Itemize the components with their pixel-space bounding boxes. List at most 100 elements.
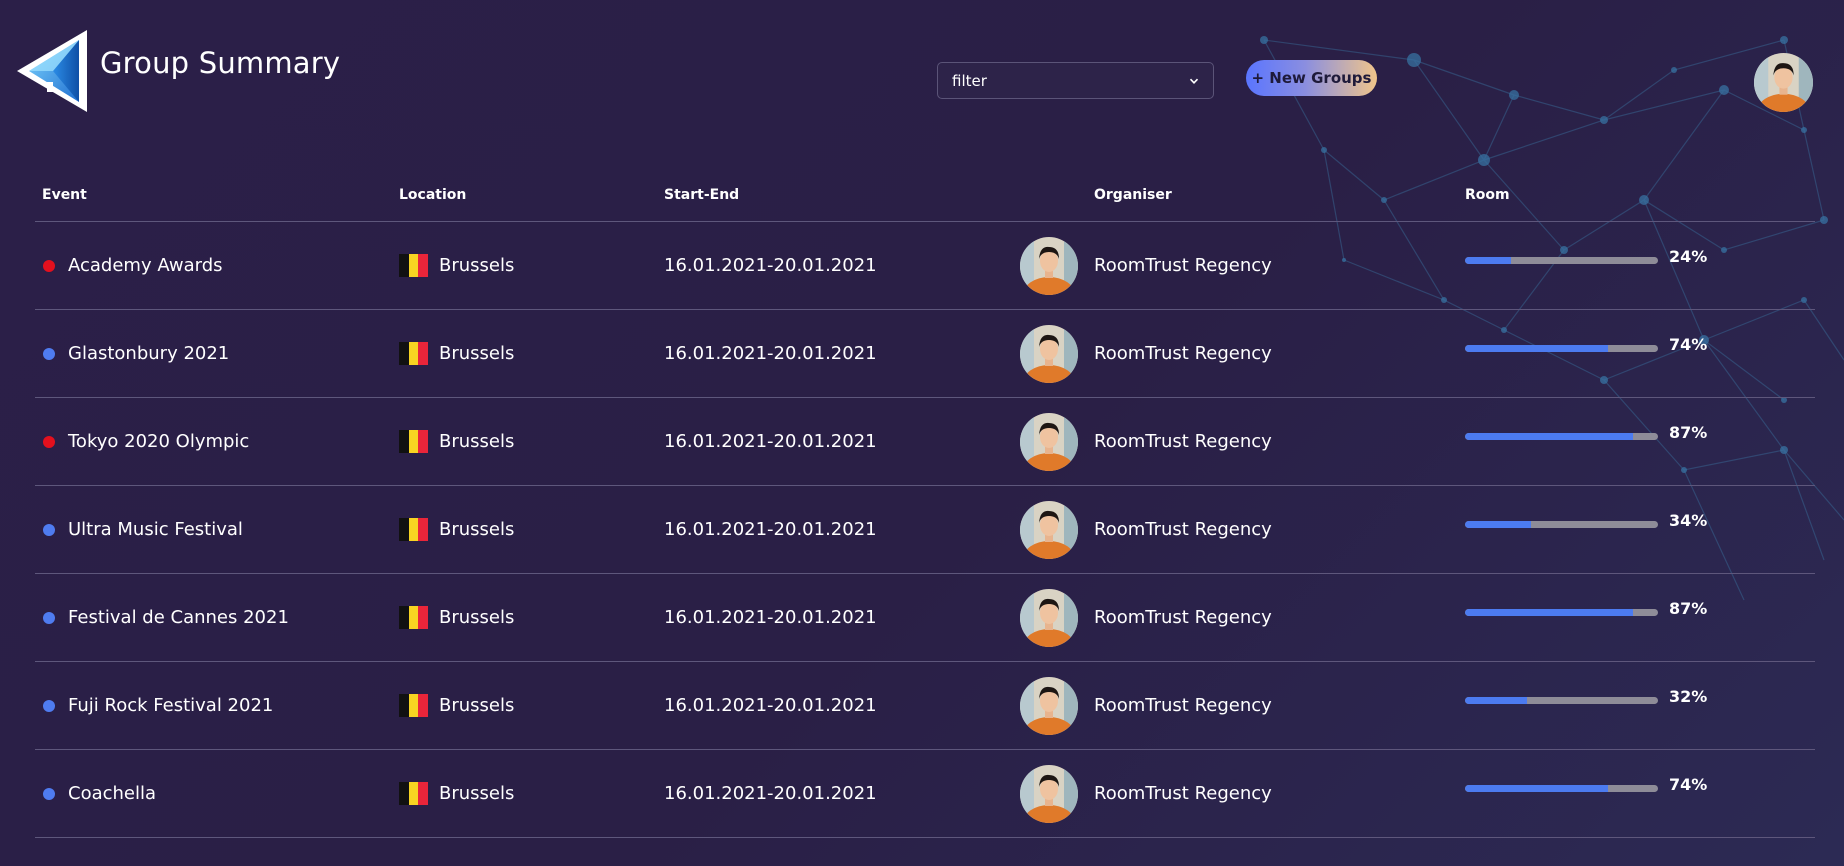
flag-stripe-yellow xyxy=(408,694,419,717)
event-name: Tokyo 2020 Olympic xyxy=(68,431,250,452)
status-dot-icon xyxy=(43,611,55,624)
filter-select-value: filter xyxy=(952,71,987,90)
room-cell: 74% xyxy=(1465,750,1707,837)
event-name: Coachella xyxy=(68,783,157,804)
room-progress-bar xyxy=(1465,433,1658,440)
room-progress-bar xyxy=(1465,785,1658,792)
room-progress-fill xyxy=(1465,785,1608,792)
flag-stripe-black xyxy=(399,782,409,805)
room-progress-fill xyxy=(1465,609,1633,616)
flag-stripe-black xyxy=(399,430,409,453)
organiser-name[interactable]: RoomTrust Regency xyxy=(1094,486,1272,573)
location-name: Brussels xyxy=(439,695,515,716)
room-percentage: 32% xyxy=(1669,687,1708,706)
location-name: Brussels xyxy=(439,343,515,364)
event-name: Fuji Rock Festival 2021 xyxy=(68,695,274,716)
table-body: Academy Awards Brussels 16.01.2021-20.01… xyxy=(35,222,1815,838)
flag-stripe-black xyxy=(399,518,409,541)
status-dot-icon xyxy=(43,699,55,712)
table-row[interactable]: Coachella Brussels 16.01.2021-20.01.2021… xyxy=(35,750,1815,838)
room-percentage: 87% xyxy=(1669,423,1708,442)
belgium-flag-icon xyxy=(399,782,429,805)
room-percentage: 34% xyxy=(1669,511,1708,530)
organiser-avatar[interactable] xyxy=(1020,501,1078,559)
organiser-avatar-image xyxy=(1020,501,1078,559)
organiser-name[interactable]: RoomTrust Regency xyxy=(1094,222,1272,309)
table-row[interactable]: Fuji Rock Festival 2021 Brussels 16.01.2… xyxy=(35,662,1815,750)
location-name: Brussels xyxy=(439,607,515,628)
groups-table: Event Location Start-End Organiser Room … xyxy=(35,176,1815,838)
flag-stripe-yellow xyxy=(408,518,419,541)
room-cell: 32% xyxy=(1465,662,1707,749)
location-cell: Brussels xyxy=(399,662,514,749)
belgium-flag-icon xyxy=(399,518,429,541)
flag-stripe-yellow xyxy=(408,342,419,365)
organiser-name[interactable]: RoomTrust Regency xyxy=(1094,750,1272,837)
status-dot-icon xyxy=(43,523,55,536)
organiser-avatar[interactable] xyxy=(1020,765,1078,823)
table-row[interactable]: Tokyo 2020 Olympic Brussels 16.01.2021-2… xyxy=(35,398,1815,486)
dates-cell: 16.01.2021-20.01.2021 xyxy=(664,255,877,276)
room-progress-bar xyxy=(1465,609,1658,616)
organiser-avatar[interactable] xyxy=(1020,325,1078,383)
table-row[interactable]: Glastonbury 2021 Brussels 16.01.2021-20.… xyxy=(35,310,1815,398)
room-progress-bar xyxy=(1465,257,1658,264)
event-name: Academy Awards xyxy=(68,255,223,276)
filter-select[interactable]: filter xyxy=(937,62,1214,99)
event-name: Ultra Music Festival xyxy=(68,519,243,540)
location-name: Brussels xyxy=(439,519,515,540)
flag-stripe-yellow xyxy=(408,254,419,277)
flag-stripe-red xyxy=(418,694,429,717)
location-cell: Brussels xyxy=(399,222,514,309)
room-progress-fill xyxy=(1465,257,1512,264)
flag-stripe-black xyxy=(399,694,409,717)
page-title: Group Summary xyxy=(100,46,341,80)
organiser-avatar[interactable] xyxy=(1020,413,1078,471)
room-percentage: 87% xyxy=(1669,599,1708,618)
location-cell: Brussels xyxy=(399,574,514,661)
event-cell: Festival de Cannes 2021 xyxy=(43,574,289,661)
status-dot-icon xyxy=(43,787,55,800)
organiser-avatar-image xyxy=(1020,325,1078,383)
table-row[interactable]: Academy Awards Brussels 16.01.2021-20.01… xyxy=(35,222,1815,310)
organiser-name[interactable]: RoomTrust Regency xyxy=(1094,662,1272,749)
table-row[interactable]: Ultra Music Festival Brussels 16.01.2021… xyxy=(35,486,1815,574)
room-progress-fill xyxy=(1465,433,1633,440)
room-progress-bar xyxy=(1465,345,1658,352)
organiser-avatar[interactable] xyxy=(1020,237,1078,295)
column-header-event[interactable]: Event xyxy=(42,187,87,203)
dates-cell: 16.01.2021-20.01.2021 xyxy=(664,431,877,452)
organiser-name[interactable]: RoomTrust Regency xyxy=(1094,310,1272,397)
belgium-flag-icon xyxy=(399,430,429,453)
new-groups-button[interactable]: + New Groups xyxy=(1246,60,1377,96)
room-progress-bar xyxy=(1465,697,1658,704)
status-dot-icon xyxy=(43,259,55,272)
user-avatar[interactable] xyxy=(1754,53,1813,112)
organiser-avatar[interactable] xyxy=(1020,589,1078,647)
organiser-name[interactable]: RoomTrust Regency xyxy=(1094,398,1272,485)
belgium-flag-icon xyxy=(399,606,429,629)
flag-stripe-black xyxy=(399,606,409,629)
organiser-avatar-image xyxy=(1020,589,1078,647)
group-summary-page: Group Summary filter + New Groups Event … xyxy=(0,0,1844,866)
room-cell: 87% xyxy=(1465,398,1707,485)
event-name: Glastonbury 2021 xyxy=(68,343,230,364)
event-cell: Tokyo 2020 Olympic xyxy=(43,398,249,485)
column-header-location[interactable]: Location xyxy=(399,187,466,203)
table-header: Event Location Start-End Organiser Room xyxy=(35,176,1815,222)
event-cell: Coachella xyxy=(43,750,156,837)
column-header-room[interactable]: Room xyxy=(1465,187,1510,203)
location-name: Brussels xyxy=(439,255,515,276)
location-name: Brussels xyxy=(439,431,515,452)
app-logo-icon xyxy=(17,30,87,112)
column-header-organiser[interactable]: Organiser xyxy=(1094,187,1172,203)
event-cell: Fuji Rock Festival 2021 xyxy=(43,662,273,749)
organiser-name[interactable]: RoomTrust Regency xyxy=(1094,574,1272,661)
belgium-flag-icon xyxy=(399,254,429,277)
event-name: Festival de Cannes 2021 xyxy=(68,607,289,628)
column-header-start-end[interactable]: Start-End xyxy=(664,187,739,203)
table-row[interactable]: Festival de Cannes 2021 Brussels 16.01.2… xyxy=(35,574,1815,662)
organiser-avatar-image xyxy=(1020,677,1078,735)
belgium-flag-icon xyxy=(399,342,429,365)
organiser-avatar[interactable] xyxy=(1020,677,1078,735)
